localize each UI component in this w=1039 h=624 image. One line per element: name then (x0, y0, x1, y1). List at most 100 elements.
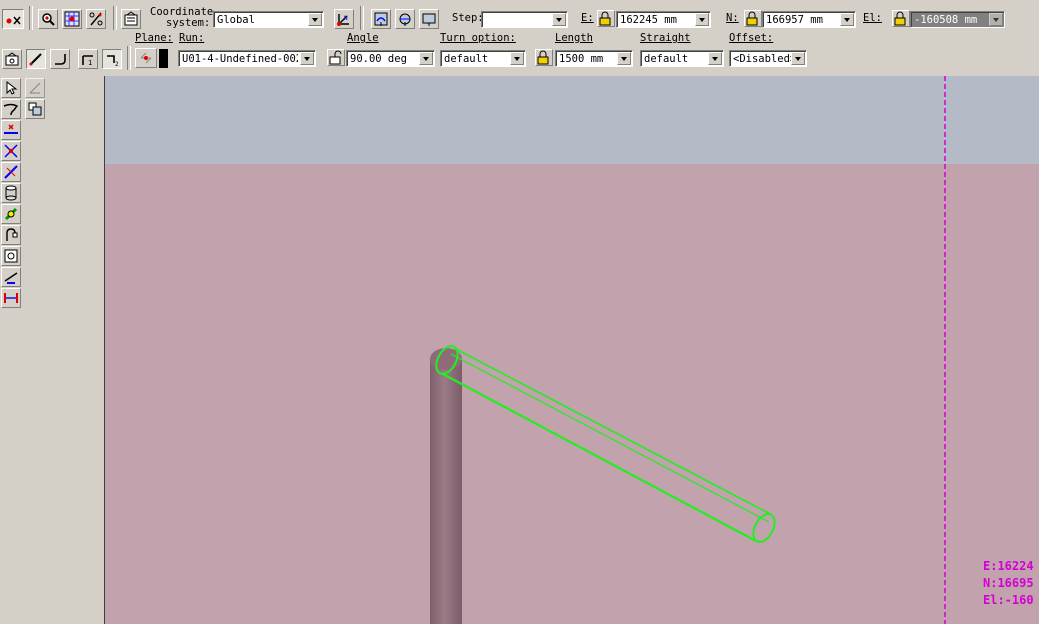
coordinate-system-select[interactable]: Global (213, 11, 324, 28)
coordinate-axes-button[interactable]: N (334, 9, 354, 29)
svg-text:N: N (344, 15, 348, 22)
chevron-down-icon[interactable] (791, 52, 805, 65)
svg-text:2: 2 (115, 61, 119, 67)
fitting-icon (4, 207, 18, 221)
insert-instrument-button[interactable] (1, 246, 21, 266)
angle-select[interactable]: 90.00 deg (346, 50, 435, 67)
length-label: Length (555, 32, 593, 44)
plane-label: Plane: (135, 32, 173, 44)
route-elbow-button[interactable]: 1 (78, 49, 98, 69)
instrument-icon (4, 249, 18, 263)
scene (105, 76, 1039, 624)
turn-option-select[interactable]: default (440, 50, 526, 67)
northing-input[interactable]: 166957 mm (762, 11, 856, 28)
settings-button[interactable] (2, 49, 22, 69)
view-rotate-button[interactable] (395, 9, 415, 29)
measure-icon (29, 82, 41, 94)
easting-input[interactable]: 162245 mm (616, 11, 711, 28)
delete-point-button[interactable] (2, 9, 24, 29)
connect-icon (4, 124, 18, 134)
elevation-lock-button[interactable] (892, 10, 910, 27)
straight-select[interactable]: default (640, 50, 724, 67)
grid-snap-icon (64, 11, 80, 27)
separator (113, 6, 117, 30)
measure-tool-button[interactable] (25, 78, 45, 98)
northing-value: 166957 mm (766, 14, 823, 26)
chevron-down-icon[interactable] (989, 13, 1003, 26)
unlocked-padlock-icon (329, 50, 342, 65)
northing-lock-button[interactable] (744, 10, 762, 27)
insert-component-button[interactable] (25, 99, 45, 119)
readout-elevation: El:-160 (983, 593, 1034, 607)
support-icon (4, 272, 18, 284)
chevron-down-icon[interactable] (617, 52, 631, 65)
run-label: Run: (179, 32, 205, 44)
insert-support-button[interactable] (1, 267, 21, 287)
settings-icon (5, 52, 19, 66)
length-select[interactable]: 1500 mm (555, 50, 633, 67)
chevron-down-icon[interactable] (419, 52, 433, 65)
run-value: U01-4-Undefined-0022 (182, 53, 298, 65)
turn-option-label: Turn option: (440, 32, 516, 44)
percent-tool-button[interactable] (86, 9, 106, 29)
route-pipe-tool-button[interactable] (1, 99, 21, 119)
step-label: Step: (452, 12, 484, 24)
dimension-icon (4, 293, 18, 303)
existing-pipe-vertical[interactable] (430, 348, 462, 624)
plane-button[interactable] (135, 48, 157, 68)
route-straight-button[interactable] (26, 49, 46, 69)
3d-viewport[interactable]: E:16224 N:16695 El:-160 (104, 76, 1039, 624)
insert-component-icon (28, 102, 42, 116)
elevation-input[interactable]: -160508 mm (910, 11, 1005, 28)
separator (127, 46, 131, 70)
chevron-down-icon[interactable] (840, 13, 854, 26)
chevron-down-icon[interactable] (510, 52, 524, 65)
axes-icon: N (337, 14, 349, 26)
select-tool-button[interactable] (1, 78, 21, 98)
chevron-down-icon[interactable] (708, 52, 722, 65)
insert-flange-button[interactable] (1, 225, 21, 245)
angle-label: Angle (347, 32, 379, 44)
inspect-button[interactable] (38, 9, 58, 29)
length-lock-button[interactable] (535, 49, 553, 66)
split-icon (4, 144, 18, 158)
chevron-down-icon[interactable] (695, 13, 709, 26)
offset-select[interactable]: <Disabled> (729, 50, 807, 67)
route-elbow-2-button[interactable]: 2 (102, 49, 122, 69)
rotate-view-icon (399, 13, 411, 26)
chevron-down-icon[interactable] (552, 13, 566, 26)
properties-button[interactable] (121, 9, 141, 29)
view-plan-button[interactable] (419, 9, 439, 29)
insert-valve-button[interactable] (1, 183, 21, 203)
readout-easting: E:16224 (983, 559, 1034, 573)
snap-grid-button[interactable] (62, 9, 82, 29)
easting-value: 162245 mm (620, 14, 677, 26)
pipe-elbow-icon: 1 (82, 55, 93, 67)
run-select[interactable]: U01-4-Undefined-0022 (178, 50, 316, 67)
magnifier-icon (42, 13, 55, 26)
view-front-button[interactable] (371, 9, 391, 29)
easting-label: E: (581, 12, 594, 24)
dimension-tool-button[interactable] (1, 288, 21, 308)
split-tool-button[interactable] (1, 141, 21, 161)
elevation-label: El: (863, 12, 882, 24)
plan-view-icon (422, 13, 436, 26)
padlock-icon (894, 11, 906, 26)
chevron-down-icon[interactable] (300, 52, 314, 65)
sky-background (105, 76, 1039, 164)
easting-lock-button[interactable] (597, 10, 615, 27)
chevron-down-icon[interactable] (308, 13, 322, 26)
properties-icon (124, 11, 138, 26)
route-bend-button[interactable] (50, 49, 70, 69)
pipe-elbow-2-icon: 2 (107, 55, 119, 67)
northing-label: N: (726, 12, 739, 24)
readout-northing: N:16695 (983, 576, 1034, 590)
insert-fitting-button[interactable] (1, 204, 21, 224)
offset-value: <Disabled> (733, 53, 793, 65)
connect-tool-button[interactable] (1, 120, 21, 140)
toolbar-row-1: Coordinate system: Global N Step: E: 162… (0, 0, 1039, 36)
step-select[interactable] (481, 11, 568, 28)
merge-tool-button[interactable] (1, 162, 21, 182)
offset-label: Offset: (729, 32, 774, 44)
angle-lock-button[interactable] (327, 49, 345, 66)
